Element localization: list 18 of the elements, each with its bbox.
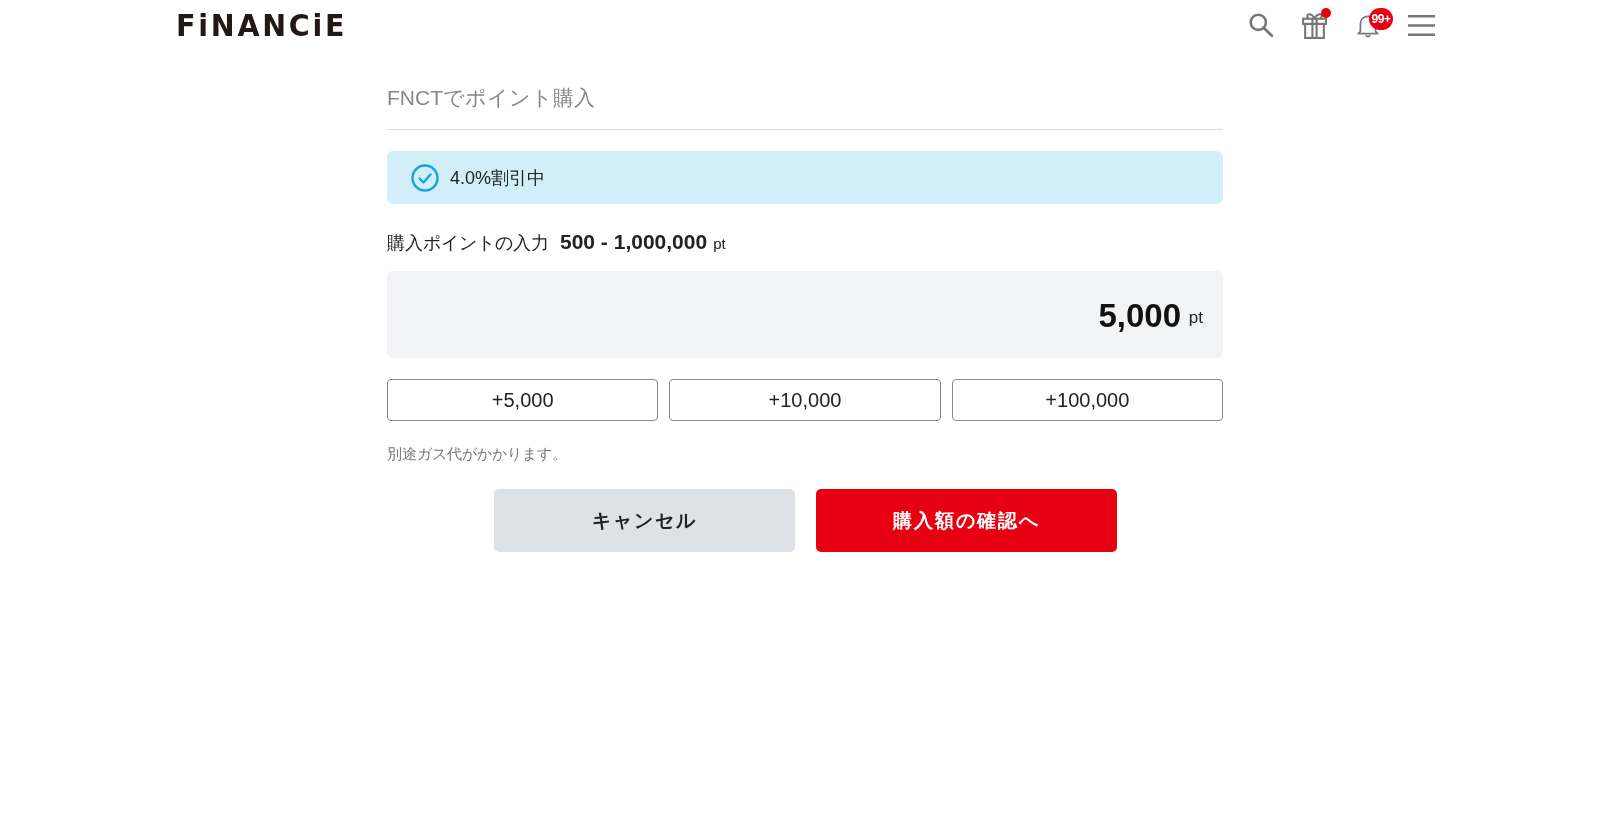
amount-range: 500 - 1,000,000 (560, 229, 708, 255)
notification-badge: 99+ (1369, 8, 1393, 30)
page-title: FNCTでポイント購入 (387, 83, 1223, 130)
amount-label: 購入ポイントの入力 (387, 232, 549, 255)
unit-label: pt (1188, 308, 1203, 328)
confirm-button[interactable]: 購入額の確認へ (815, 489, 1117, 552)
cancel-button[interactable]: キャンセル (493, 489, 795, 552)
logo[interactable]: FiNANCiE (176, 8, 348, 42)
gas-fee-note: 別途ガス代がかかります。 (387, 444, 568, 464)
gift-icon[interactable] (1301, 11, 1328, 39)
add-amount-button[interactable]: +5,000 (387, 379, 659, 421)
menu-icon[interactable] (1408, 13, 1435, 37)
discount-text: 4.0%割引中 (450, 166, 546, 190)
check-circle-icon (411, 163, 439, 192)
add-amount-button[interactable]: +100,000 (951, 379, 1223, 421)
add-amount-button[interactable]: +10,000 (669, 379, 941, 421)
search-icon[interactable] (1248, 12, 1274, 38)
range-unit: pt (713, 234, 726, 254)
